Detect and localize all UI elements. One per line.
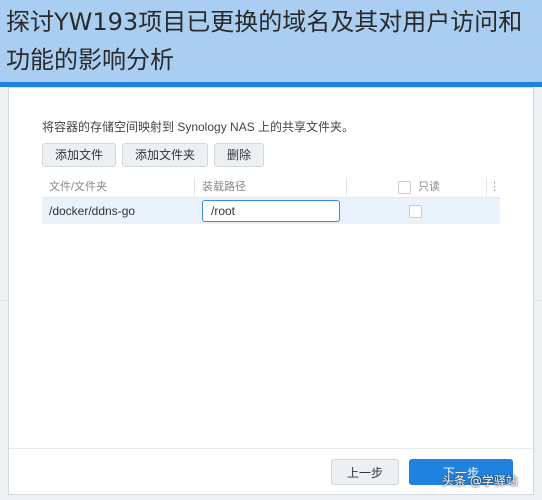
previous-button[interactable]: 上一步 [331,459,399,485]
overlay-title: 探讨YW193项目已更换的域名及其对用户访问和功能的影响分析 [6,8,523,74]
delete-button[interactable]: 删除 [214,143,265,167]
dialog-description: 将容器的存储空间映射到 Synology NAS 上的共享文件夹。 [42,120,355,134]
storage-mapping-dialog: 将容器的存储空间映射到 Synology NAS 上的共享文件夹。 添加文件 添… [8,87,535,495]
row-file-path: /docker/ddns-go [49,204,136,218]
add-folder-button[interactable]: 添加文件夹 [122,143,209,167]
column-separator [486,178,487,196]
watermark: 头条 @学驿站 [442,474,518,488]
title-overlay: 探讨YW193项目已更换的域名及其对用户访问和功能的影响分析 [0,0,542,82]
mount-path-input[interactable] [202,200,340,222]
read-only-label: 只读 [418,181,441,193]
column-header-file-folder[interactable]: 文件/文件夹 [49,176,107,198]
column-separator [346,178,347,196]
toolbar: 添加文件 添加文件夹 删除 [42,143,265,169]
row-read-only-cell [409,204,422,219]
column-header-mount-path[interactable]: 装载路径 [202,176,246,198]
volume-table: 文件/文件夹 装载路径 只读 ⋮ /docker/ddns-go [42,176,500,224]
column-separator [194,178,195,196]
table-header: 文件/文件夹 装载路径 只读 ⋮ [42,176,500,198]
read-only-select-all-checkbox[interactable] [398,180,411,194]
column-menu-icon[interactable]: ⋮ [489,176,500,198]
add-file-button[interactable]: 添加文件 [42,143,117,167]
column-header-read-only: 只读 [398,176,440,198]
table-row[interactable]: /docker/ddns-go [42,198,500,224]
read-only-checkbox[interactable] [409,205,422,219]
